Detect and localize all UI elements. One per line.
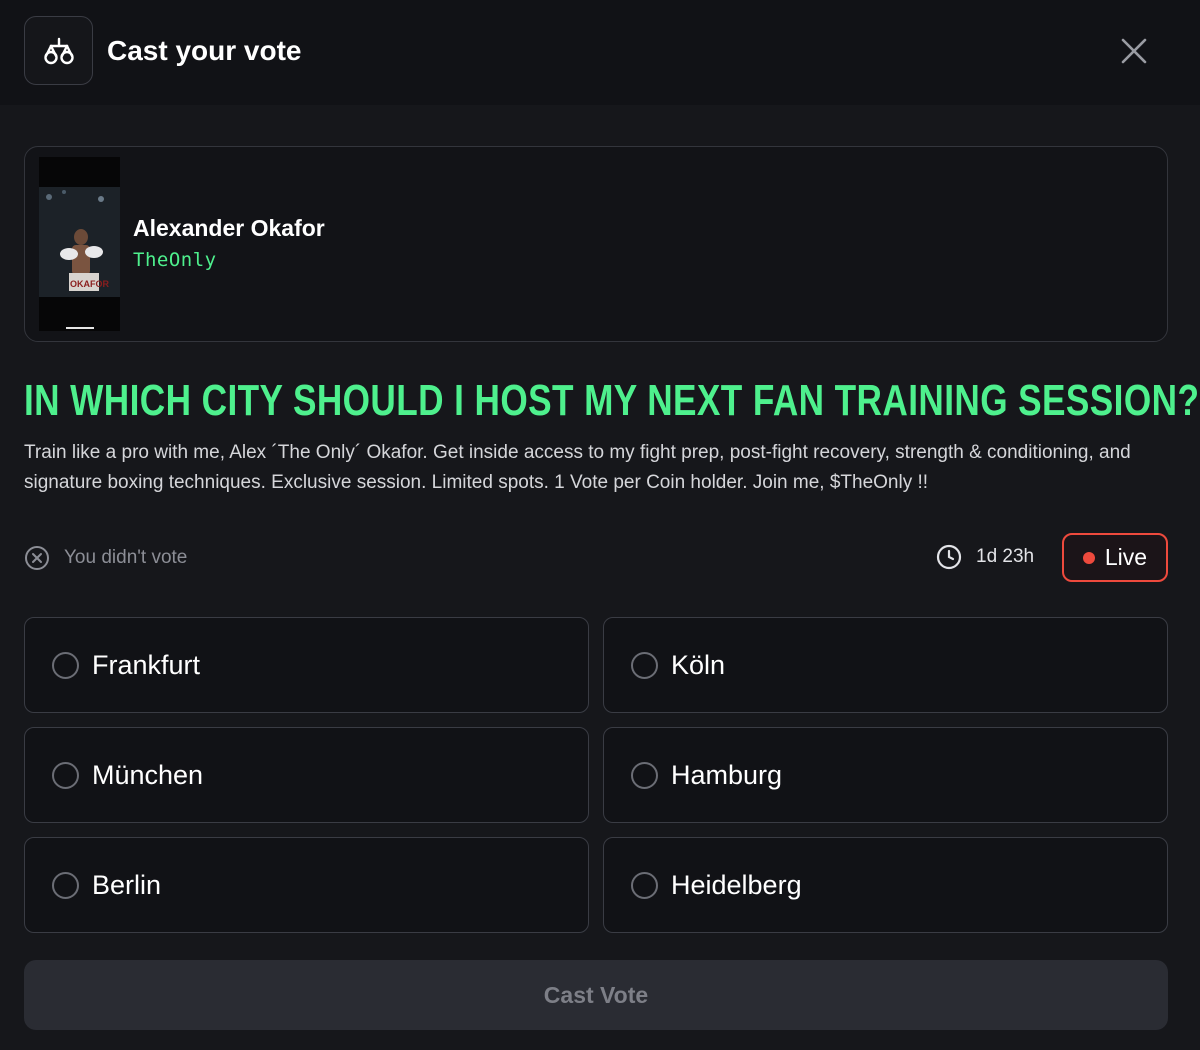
radio-button[interactable] — [631, 651, 658, 679]
live-dot-icon — [1082, 551, 1095, 564]
option-frankfurt[interactable]: Frankfurt — [24, 617, 589, 713]
option-hamburg[interactable]: Hamburg — [603, 727, 1168, 823]
option-label: Frankfurt — [92, 649, 201, 680]
option-label: Heidelberg — [671, 869, 802, 900]
modal-header: Cast your vote — [0, 0, 1200, 105]
poll-status-row: You didn't vote 1d 23h Live — [24, 532, 1168, 582]
option-koln[interactable]: Köln — [603, 617, 1168, 713]
thumbnail-text: OKAFOR — [70, 279, 109, 289]
creator-handle[interactable]: TheOnly — [133, 249, 217, 271]
option-berlin[interactable]: Berlin — [24, 837, 589, 933]
creator-card[interactable]: OKAFOR Alexander Okafor TheOnly — [24, 146, 1168, 342]
close-icon — [1121, 38, 1147, 64]
option-munchen[interactable]: München — [24, 727, 589, 823]
creator-name[interactable]: Alexander Okafor — [133, 215, 325, 242]
scales-icon — [43, 37, 74, 64]
modal-title: Cast your vote — [107, 35, 302, 66]
poll-description: Train like a pro with me, Alex ´The Only… — [24, 442, 1131, 493]
time-remaining-text: 1d 23h — [976, 546, 1035, 567]
option-label: Hamburg — [671, 759, 783, 790]
radio-button[interactable] — [52, 871, 79, 899]
radio-button[interactable] — [52, 761, 79, 789]
boxer-photo: OKAFOR — [39, 157, 120, 331]
creator-thumbnail[interactable]: OKAFOR — [39, 157, 120, 331]
vote-status-text: You didn't vote — [64, 547, 188, 568]
option-label: Köln — [671, 649, 726, 680]
vote-icon-box — [24, 16, 93, 85]
poll-question: IN WHICH CITY SHOULD I HOST MY NEXT FAN … — [24, 376, 1200, 425]
close-button[interactable] — [1115, 32, 1153, 70]
option-heidelberg[interactable]: Heidelberg — [603, 837, 1168, 933]
cast-vote-button[interactable]: Cast Vote — [24, 960, 1168, 1030]
live-label: Live — [1104, 544, 1148, 570]
radio-button[interactable] — [52, 651, 79, 679]
clock-icon — [936, 544, 962, 570]
option-label: Berlin — [92, 869, 162, 900]
radio-button[interactable] — [631, 761, 658, 789]
time-remaining: 1d 23h — [936, 544, 1034, 570]
live-badge: Live — [1062, 533, 1168, 582]
x-circle-icon — [25, 546, 49, 570]
option-label: München — [92, 759, 204, 790]
radio-button[interactable] — [631, 871, 658, 899]
vote-status: You didn't vote — [24, 545, 187, 571]
